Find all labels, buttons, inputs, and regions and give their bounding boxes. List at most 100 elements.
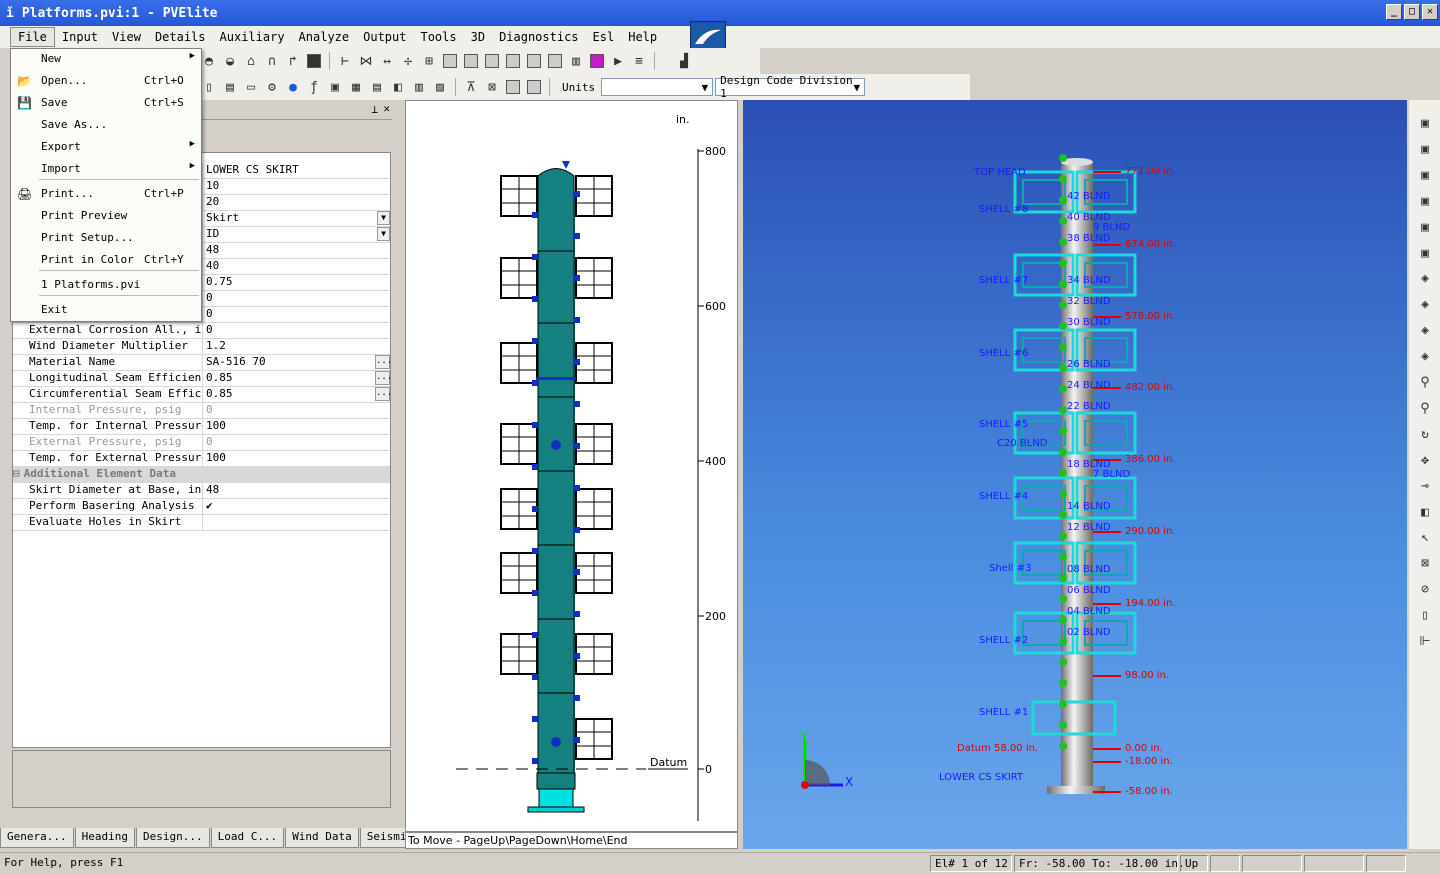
view-back-icon[interactable]: ▣ (1417, 142, 1433, 158)
grid-row-value[interactable]: 0.75 (203, 275, 390, 290)
grid-row-value[interactable]: 0.85... (203, 387, 390, 402)
menu-help[interactable]: Help (621, 28, 664, 46)
zoom-window-icon[interactable]: ⚲ (1417, 401, 1433, 417)
minimize-button[interactable]: _ (1386, 4, 1402, 20)
report-icon[interactable]: ▣ (326, 78, 344, 96)
view-left-icon[interactable]: ▣ (1417, 168, 1433, 184)
iso-view-2-icon[interactable]: ◈ (1417, 297, 1433, 313)
maximize-button[interactable]: □ (1404, 4, 1420, 20)
tool-e-icon[interactable] (525, 52, 543, 70)
3d-view[interactable]: Y X TOP HEAD SHELL #8 SHELL #7 SHELL #6 SHEL… (743, 100, 1407, 849)
grid-row-value[interactable]: ✔ (203, 499, 390, 514)
units-select[interactable]: ▼ (601, 78, 714, 96)
file-menu-item[interactable]: Import ▶ (11, 159, 201, 179)
function-icon[interactable]: ƒ (305, 78, 323, 96)
browse-button[interactable]: ... (375, 371, 390, 385)
document-icon[interactable]: ▯ (200, 78, 218, 96)
horizontal-arrow-icon[interactable]: ↔ (378, 52, 396, 70)
layer-icon[interactable]: ▯ (1417, 608, 1433, 624)
tool-g-icon[interactable] (504, 78, 522, 96)
rotate-icon[interactable]: ↻ (1417, 427, 1433, 443)
menu-analyze[interactable]: Analyze (292, 28, 357, 46)
tab-design[interactable]: Design... (135, 828, 210, 848)
grid-row-value[interactable]: 0 (203, 435, 390, 450)
view-front-icon[interactable]: ▣ (1417, 116, 1433, 132)
view-top-icon[interactable]: ▣ (1417, 220, 1433, 236)
grid-row-value[interactable]: 100 (203, 451, 390, 466)
view-right-icon[interactable]: ▣ (1417, 194, 1433, 210)
menu-details[interactable]: Details (148, 28, 213, 46)
chevron-down-icon[interactable]: ▼ (377, 211, 390, 225)
collapse-icon[interactable]: ⊟ (13, 467, 20, 482)
flange-icon[interactable]: ⋈ (357, 52, 375, 70)
menu-input[interactable]: Input (55, 28, 105, 46)
grid-row-value[interactable]: 100 (203, 419, 390, 434)
gears-icon[interactable]: ⚙ (263, 78, 281, 96)
zoom-icon[interactable]: ⚲ (1417, 375, 1433, 391)
measure-icon[interactable]: ⊸ (1417, 479, 1433, 495)
menu-tools[interactable]: Tools (413, 28, 463, 46)
grid-row-value[interactable]: 48 (203, 483, 390, 498)
elbow-icon[interactable]: ∩ (263, 52, 281, 70)
file-menu-item[interactable]: Export ▶ (11, 137, 201, 157)
grid-section-header[interactable]: ⊟ Additional Element Data (13, 467, 390, 483)
browse-button[interactable]: ... (375, 387, 390, 401)
close-button[interactable]: ✕ (1422, 4, 1438, 20)
delete-icon[interactable]: ⊠ (483, 78, 501, 96)
view-bottom-icon[interactable]: ▣ (1417, 246, 1433, 262)
file-menu-item[interactable]: 🖨 Print... Ctrl+P (11, 184, 201, 204)
file-menu-item[interactable]: Print in Color Ctrl+Y (11, 250, 201, 270)
calc-icon[interactable]: ▦ (347, 78, 365, 96)
grid-row-value[interactable]: 0 (203, 323, 390, 338)
grid-row-value[interactable]: 0 (203, 291, 390, 306)
grid-icon[interactable]: ⊞ (420, 52, 438, 70)
grid-row-value[interactable]: 10 (203, 179, 390, 194)
file-menu-item[interactable]: Exit (11, 300, 201, 320)
file-menu-item[interactable]: 📂 Open... Ctrl+O (11, 71, 201, 91)
menu-diagnostics[interactable]: Diagnostics (492, 28, 585, 46)
table-icon[interactable]: ▤ (368, 78, 386, 96)
select-icon[interactable]: ↖ (1417, 530, 1433, 546)
file-menu-item[interactable]: Save As... (11, 115, 201, 135)
tab-wind-data[interactable]: Wind Data (285, 828, 359, 848)
tab-general[interactable]: Genera... (0, 828, 74, 848)
head-icon[interactable]: ◓ (200, 52, 218, 70)
design-code-select[interactable]: Design Code Division 1 ▼ (715, 74, 866, 100)
box-icon[interactable] (305, 52, 323, 70)
menu-view[interactable]: View (105, 28, 148, 46)
iso-view-1-icon[interactable]: ◈ (1417, 271, 1433, 287)
grid-row-value[interactable]: SA-516 70... (203, 355, 390, 370)
file-menu-item[interactable]: 💾 Save Ctrl+S (11, 93, 201, 113)
file-menu-item[interactable]: Print Setup... (11, 228, 201, 248)
menu-file[interactable]: File (10, 27, 55, 47)
cone-icon[interactable]: ◒ (221, 52, 239, 70)
move-icon[interactable]: ✢ (399, 52, 417, 70)
barcode-icon[interactable]: ▥ (567, 52, 585, 70)
chart-icon[interactable]: ▟ (675, 52, 693, 70)
pin-icon[interactable]: ⊥ (371, 103, 378, 116)
grid-row-value[interactable]: LOWER CS SKIRT (203, 163, 390, 178)
grid-row-value[interactable]: Skirt ▼ (203, 211, 390, 226)
file-menu-item[interactable]: 1 Platforms.pvi (11, 275, 201, 295)
panel-close-icon[interactable]: ✕ (383, 102, 390, 115)
menu-3d[interactable]: 3D (464, 28, 492, 46)
hide-icon[interactable]: ⊘ (1417, 582, 1433, 598)
tool-f-icon[interactable] (546, 52, 564, 70)
menu-esl[interactable]: Esl (586, 28, 622, 46)
tool-c-icon[interactable] (483, 52, 501, 70)
play-icon[interactable]: ▶ (609, 52, 627, 70)
list-icon[interactable]: ≡ (630, 52, 648, 70)
grid-row-value[interactable]: 20 (203, 195, 390, 210)
nozzle-icon[interactable]: ⊢ (336, 52, 354, 70)
grid-row-value[interactable]: 1.2 (203, 339, 390, 354)
monitor-icon[interactable]: ▭ (242, 78, 260, 96)
grid-row-value[interactable] (203, 515, 390, 530)
fit-icon[interactable]: ⊠ (1417, 556, 1433, 572)
tool-b-icon[interactable] (462, 52, 480, 70)
flag-icon[interactable]: ◧ (389, 78, 407, 96)
grid-row-value[interactable]: 0 (203, 403, 390, 418)
stack-icon[interactable]: ▤ (221, 78, 239, 96)
tool-a-icon[interactable] (441, 52, 459, 70)
sphere-icon[interactable]: ● (284, 78, 302, 96)
file-menu-item[interactable]: New ▶ (11, 49, 201, 69)
